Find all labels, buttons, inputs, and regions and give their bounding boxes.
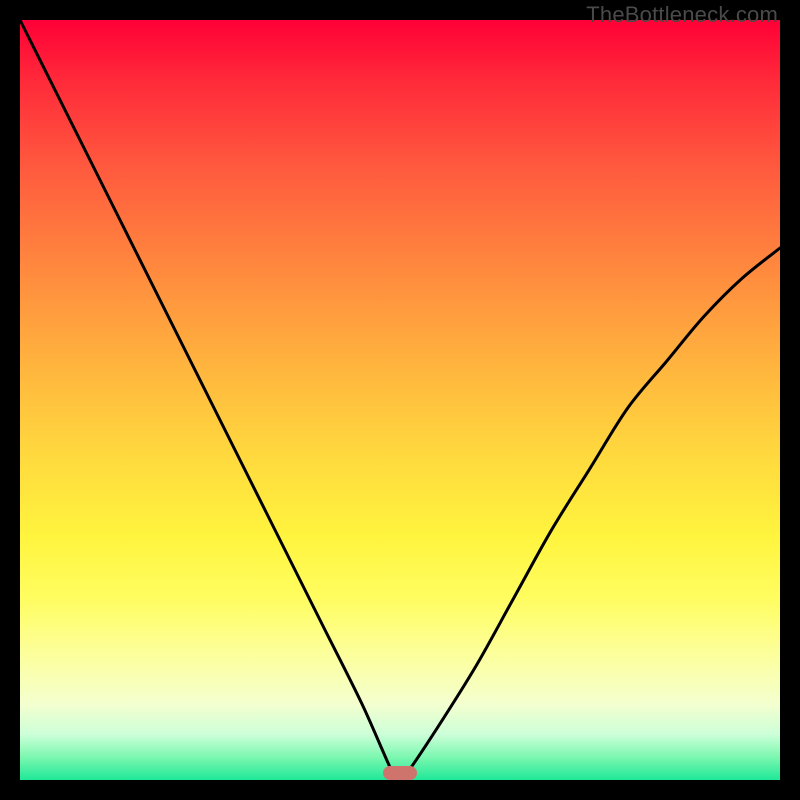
optimal-point-marker [383, 766, 417, 780]
bottleneck-curve [20, 20, 780, 780]
bottleneck-curve-path [20, 20, 780, 781]
chart-frame: TheBottleneck.com [0, 0, 800, 800]
watermark-text: TheBottleneck.com [586, 2, 778, 28]
plot-area [20, 20, 780, 780]
